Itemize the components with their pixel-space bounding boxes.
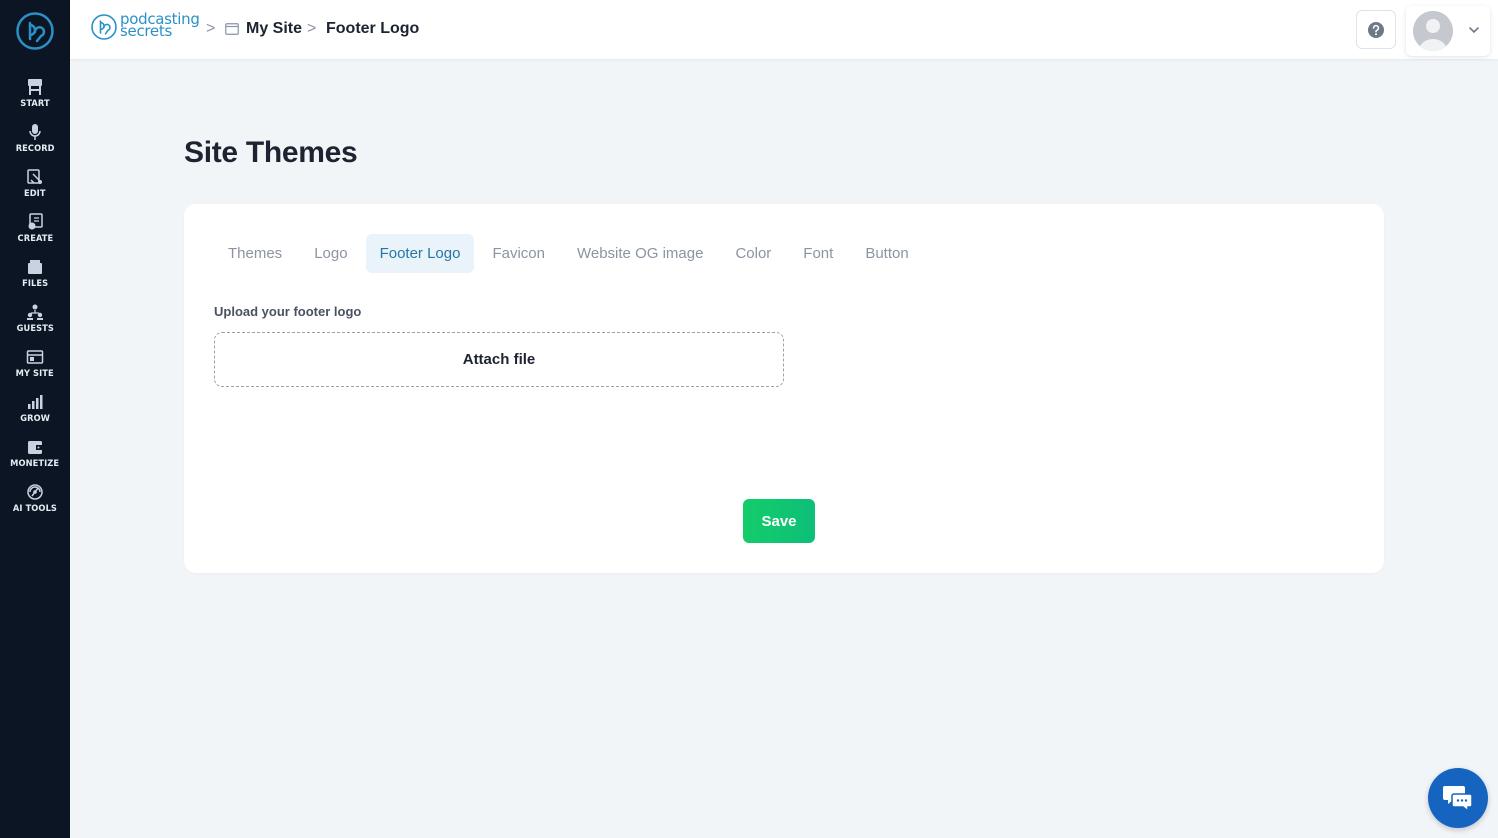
sidebar-item-label: START — [20, 99, 50, 109]
guests-icon — [27, 304, 43, 320]
site-icon — [26, 350, 44, 364]
sidebar-item-monetize[interactable]: MONETIZE — [0, 436, 70, 478]
sidebar-item-my-site[interactable]: MY SITE — [0, 346, 70, 388]
edit-icon — [27, 169, 42, 184]
sidebar-item-label: FILES — [21, 279, 49, 289]
site-icon — [225, 23, 239, 35]
sidebar-item-label: MY SITE — [15, 369, 55, 379]
sidebar-item-files[interactable]: FILES — [0, 256, 70, 298]
avatar — [1413, 11, 1453, 51]
chevron-down-icon — [1469, 27, 1479, 34]
help-button[interactable] — [1356, 10, 1396, 49]
tab-bar: Themes Logo Footer Logo Favicon Website … — [214, 234, 923, 273]
breadcrumb-my-site[interactable]: My Site — [246, 20, 302, 38]
breadcrumb-separator: > — [307, 20, 317, 37]
ai-tools-icon — [27, 484, 43, 500]
user-avatar-icon — [1413, 11, 1453, 51]
sidebar-item-edit[interactable]: EDIT — [0, 166, 70, 208]
sidebar-item-record[interactable]: RECORD — [0, 121, 70, 163]
sidebar-item-label: GROW — [20, 414, 50, 424]
chat-icon — [1443, 786, 1473, 813]
breadcrumb-separator: > — [206, 20, 216, 37]
tab-themes[interactable]: Themes — [214, 234, 296, 273]
sidebar-item-label: GUESTS — [16, 324, 54, 334]
tab-button[interactable]: Button — [851, 234, 922, 273]
sidebar-item-label: AI TOOLS — [12, 504, 58, 514]
create-icon — [28, 213, 43, 230]
tab-color[interactable]: Color — [721, 234, 785, 273]
attach-file-dropzone[interactable]: Attach file — [214, 332, 784, 387]
tab-font[interactable]: Font — [789, 234, 847, 273]
brand-wordmark: podcasting secrets — [120, 12, 200, 39]
save-button[interactable]: Save — [743, 499, 815, 543]
monetize-icon — [28, 441, 42, 454]
files-icon — [28, 260, 42, 274]
user-menu-button[interactable] — [1406, 6, 1490, 56]
brand-logo[interactable]: podcasting secrets — [90, 12, 200, 42]
top-header: podcasting secrets > My Site > Footer Lo… — [70, 0, 1498, 59]
sidebar-item-start[interactable]: START — [0, 76, 70, 118]
sidebar-item-label: CREATE — [17, 234, 53, 244]
tab-footer-logo[interactable]: Footer Logo — [365, 234, 475, 273]
page-title: Site Themes — [184, 136, 358, 169]
chart-icon — [28, 395, 43, 409]
upload-footer-logo-label: Upload your footer logo — [214, 304, 362, 319]
sidebar-item-create[interactable]: CREATE — [0, 211, 70, 253]
app-logo-icon[interactable] — [15, 11, 55, 51]
microphone-icon — [29, 124, 41, 140]
sidebar: START RECORD EDIT CREATE FILES GUESTS MY… — [0, 0, 70, 838]
tab-website-og-image[interactable]: Website OG image — [563, 234, 717, 273]
breadcrumb-current: Footer Logo — [326, 20, 420, 37]
tab-logo[interactable]: Logo — [300, 234, 361, 273]
settings-card: Themes Logo Footer Logo Favicon Website … — [184, 204, 1384, 573]
tab-favicon[interactable]: Favicon — [478, 234, 559, 273]
help-icon — [1368, 21, 1384, 38]
sidebar-item-label: RECORD — [15, 144, 55, 154]
sidebar-item-label: EDIT — [24, 189, 46, 199]
sidebar-item-guests[interactable]: GUESTS — [0, 301, 70, 343]
start-icon — [28, 79, 42, 95]
sidebar-item-grow[interactable]: GROW — [0, 391, 70, 433]
sidebar-item-ai-tools[interactable]: AI TOOLS — [0, 481, 70, 523]
chat-widget-button[interactable] — [1428, 768, 1488, 828]
sidebar-item-label: MONETIZE — [10, 459, 60, 469]
podcasting-secrets-logo-icon — [91, 14, 117, 40]
